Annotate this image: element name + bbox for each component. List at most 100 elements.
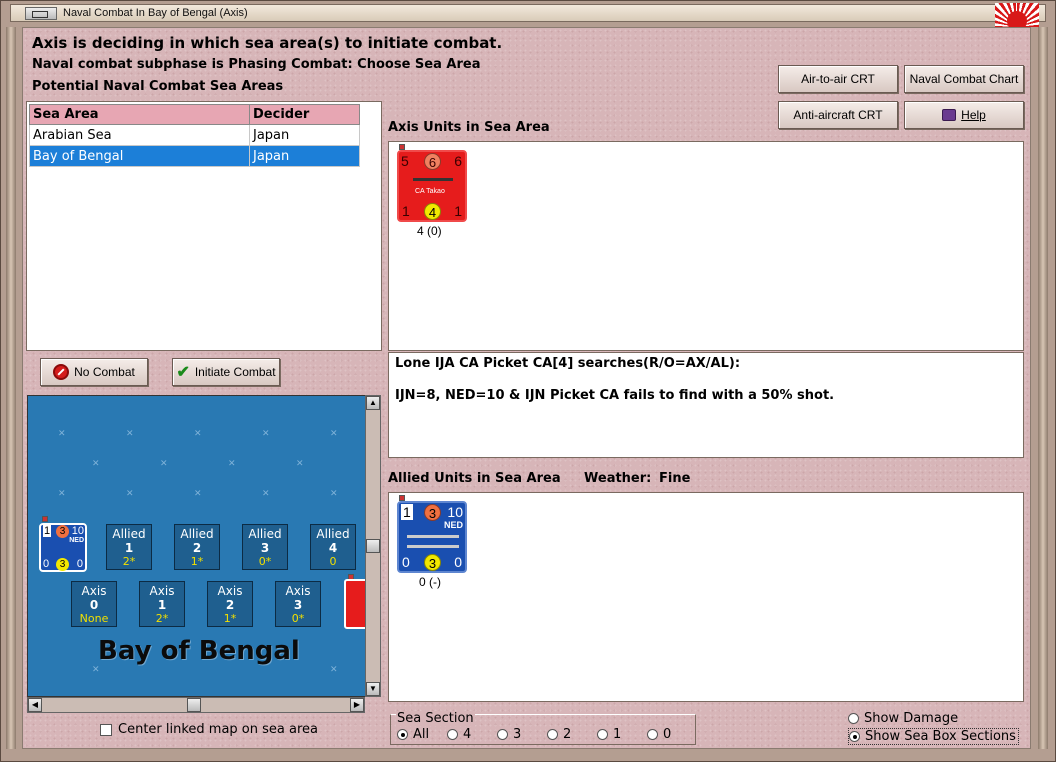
box-label: Allied [112, 527, 146, 541]
scroll-thumb[interactable] [366, 539, 380, 553]
counter-defense: 3 [56, 525, 69, 538]
table-row[interactable]: Arabian Sea Japan [29, 124, 360, 146]
column-header-sea-area[interactable]: Sea Area [29, 104, 250, 125]
counter-attack: 5 [401, 153, 409, 169]
system-menu-button[interactable] [25, 7, 57, 20]
scroll-right-icon[interactable]: ▶ [350, 698, 364, 712]
show-damage-option[interactable]: Show Damage [848, 711, 958, 726]
box-number: 4 [328, 541, 338, 555]
radio-button[interactable] [597, 729, 608, 740]
right-frame-pole [1038, 27, 1048, 749]
box-value: 2* [155, 612, 169, 625]
search-message-line1: Lone IJA CA Picket CA[4] searches(R/O=AX… [395, 356, 741, 371]
counter-defense: 3 [424, 504, 441, 521]
scroll-thumb[interactable] [187, 698, 201, 712]
map-vertical-scrollbar[interactable]: ▲ ▼ [365, 395, 381, 697]
counter-defense: 6 [424, 153, 441, 170]
counter-bottom-right: 1 [454, 203, 462, 219]
radio-button[interactable] [497, 729, 508, 740]
box-number: 3 [293, 598, 303, 612]
axis-sea-box-0[interactable]: Axis 0 None [71, 581, 117, 627]
center-linked-map-checkbox[interactable]: Center linked map on sea area [100, 722, 318, 737]
map-axis-counter-partial[interactable] [344, 579, 366, 629]
sea-area-map[interactable]: ✕ ✕ ✕ ✕ ✕ ✕ ✕ ✕ ✕ ✕ ✕ ✕ ✕ ✕ ✕ ✕ 1 3 10 N… [27, 395, 367, 697]
column-header-decider[interactable]: Decider [249, 104, 360, 125]
radio-button[interactable] [849, 731, 860, 742]
box-value: 0* [258, 555, 272, 568]
radio-button[interactable] [397, 729, 408, 740]
sea-section-option-3[interactable]: 3 [497, 727, 521, 742]
counter-bottom-left: 0 [43, 558, 50, 570]
allied-units-label: Allied Units in Sea Area [388, 471, 561, 486]
allied-units-panel: 1 3 10 NED 0 3 0 0 (-) [388, 492, 1024, 702]
allied-unit-counter[interactable]: 1 3 10 NED 0 3 0 [397, 501, 467, 573]
help-label: Help [961, 108, 986, 122]
box-label: Axis [217, 584, 243, 598]
counter-ship-name: CA Takao [415, 188, 445, 195]
radio-button[interactable] [647, 729, 658, 740]
allied-counter-caption: 0 (-) [419, 575, 441, 589]
axis-sea-box-3[interactable]: Axis 3 0* [275, 581, 321, 627]
axis-unit-counter[interactable]: 5 6 6 CA Takao 1 4 1 [397, 150, 467, 222]
axis-sea-box-1[interactable]: Axis 1 2* [139, 581, 185, 627]
sea-section-option-1[interactable]: 1 [597, 727, 621, 742]
stop-icon [53, 364, 70, 380]
axis-units-label: Axis Units in Sea Area [388, 120, 550, 135]
counter-nation: NED [69, 537, 84, 544]
map-horizontal-scrollbar[interactable]: ◀ ▶ [27, 697, 365, 713]
counter-bottom-center: 3 [56, 558, 69, 571]
allied-sea-box-4[interactable]: Allied 4 0 [310, 524, 356, 570]
ship-silhouette-icon [407, 545, 459, 548]
sea-area-cell[interactable]: Bay of Bengal [29, 145, 250, 167]
counter-bottom-left: 1 [402, 203, 410, 219]
search-message-line2: IJN=8, NED=10 & IJN Picket CA fails to f… [395, 388, 835, 403]
radio-button[interactable] [547, 729, 558, 740]
map-allied-counter[interactable]: 1 3 10 NED 0 3 0 [39, 523, 87, 572]
help-button[interactable]: Help [904, 101, 1024, 129]
show-sea-box-sections-option[interactable]: Show Sea Box Sections [848, 728, 1019, 745]
search-message-panel: Lone IJA CA Picket CA[4] searches(R/O=AX… [388, 352, 1024, 458]
check-icon: ✔ [176, 364, 190, 381]
table-row-selected[interactable]: Bay of Bengal Japan [29, 145, 360, 167]
scroll-left-icon[interactable]: ◀ [28, 698, 42, 712]
decider-cell[interactable]: Japan [249, 145, 360, 167]
sea-section-option-4[interactable]: 4 [447, 727, 471, 742]
box-number: 2 [225, 598, 235, 612]
box-value: 0 [329, 555, 337, 568]
sea-area-table: Sea Area Decider Arabian Sea Japan Bay o… [29, 104, 360, 167]
title-bar: Naval Combat In Bay of Bengal (Axis) [10, 3, 1046, 27]
box-number: 0 [89, 598, 99, 612]
subphase-text: Naval combat subphase is Phasing Combat:… [32, 57, 481, 72]
radio-button[interactable] [447, 729, 458, 740]
box-label: Allied [180, 527, 214, 541]
counter-attack: 1 [43, 525, 52, 537]
scroll-up-icon[interactable]: ▲ [366, 396, 380, 410]
anti-aircraft-crt-button[interactable]: Anti-aircraft CRT [778, 101, 898, 129]
counter-bottom-left: 0 [402, 554, 410, 570]
naval-combat-chart-button[interactable]: Naval Combat Chart [904, 65, 1024, 93]
axis-sea-box-2[interactable]: Axis 2 1* [207, 581, 253, 627]
radio-label: Show Damage [864, 711, 959, 726]
sea-section-option-all[interactable]: All [397, 727, 429, 742]
anti-aircraft-label: Anti-aircraft CRT [793, 108, 883, 122]
sea-section-group: Sea Section All 4 3 2 1 0 [390, 711, 696, 745]
decider-cell[interactable]: Japan [249, 124, 360, 146]
axis-counter-caption: 4 (0) [417, 224, 442, 238]
scroll-down-icon[interactable]: ▼ [366, 682, 380, 696]
sea-area-cell[interactable]: Arabian Sea [29, 124, 250, 146]
radio-button[interactable] [848, 713, 859, 724]
box-label: Axis [149, 584, 175, 598]
air-to-air-crt-button[interactable]: Air-to-air CRT [778, 65, 898, 93]
checkbox-box[interactable] [100, 723, 112, 736]
ship-silhouette-icon [407, 535, 459, 538]
allied-sea-box-1[interactable]: Allied 1 2* [106, 524, 152, 570]
box-value: None [79, 612, 109, 625]
box-number: 1 [157, 598, 167, 612]
axis-units-panel: 5 6 6 CA Takao 1 4 1 4 (0) [388, 141, 1024, 351]
allied-sea-box-2[interactable]: Allied 2 1* [174, 524, 220, 570]
initiate-combat-button[interactable]: ✔ Initiate Combat [172, 358, 280, 386]
no-combat-button[interactable]: No Combat [40, 358, 148, 386]
sea-section-option-2[interactable]: 2 [547, 727, 571, 742]
allied-sea-box-3[interactable]: Allied 3 0* [242, 524, 288, 570]
sea-section-option-0[interactable]: 0 [647, 727, 671, 742]
